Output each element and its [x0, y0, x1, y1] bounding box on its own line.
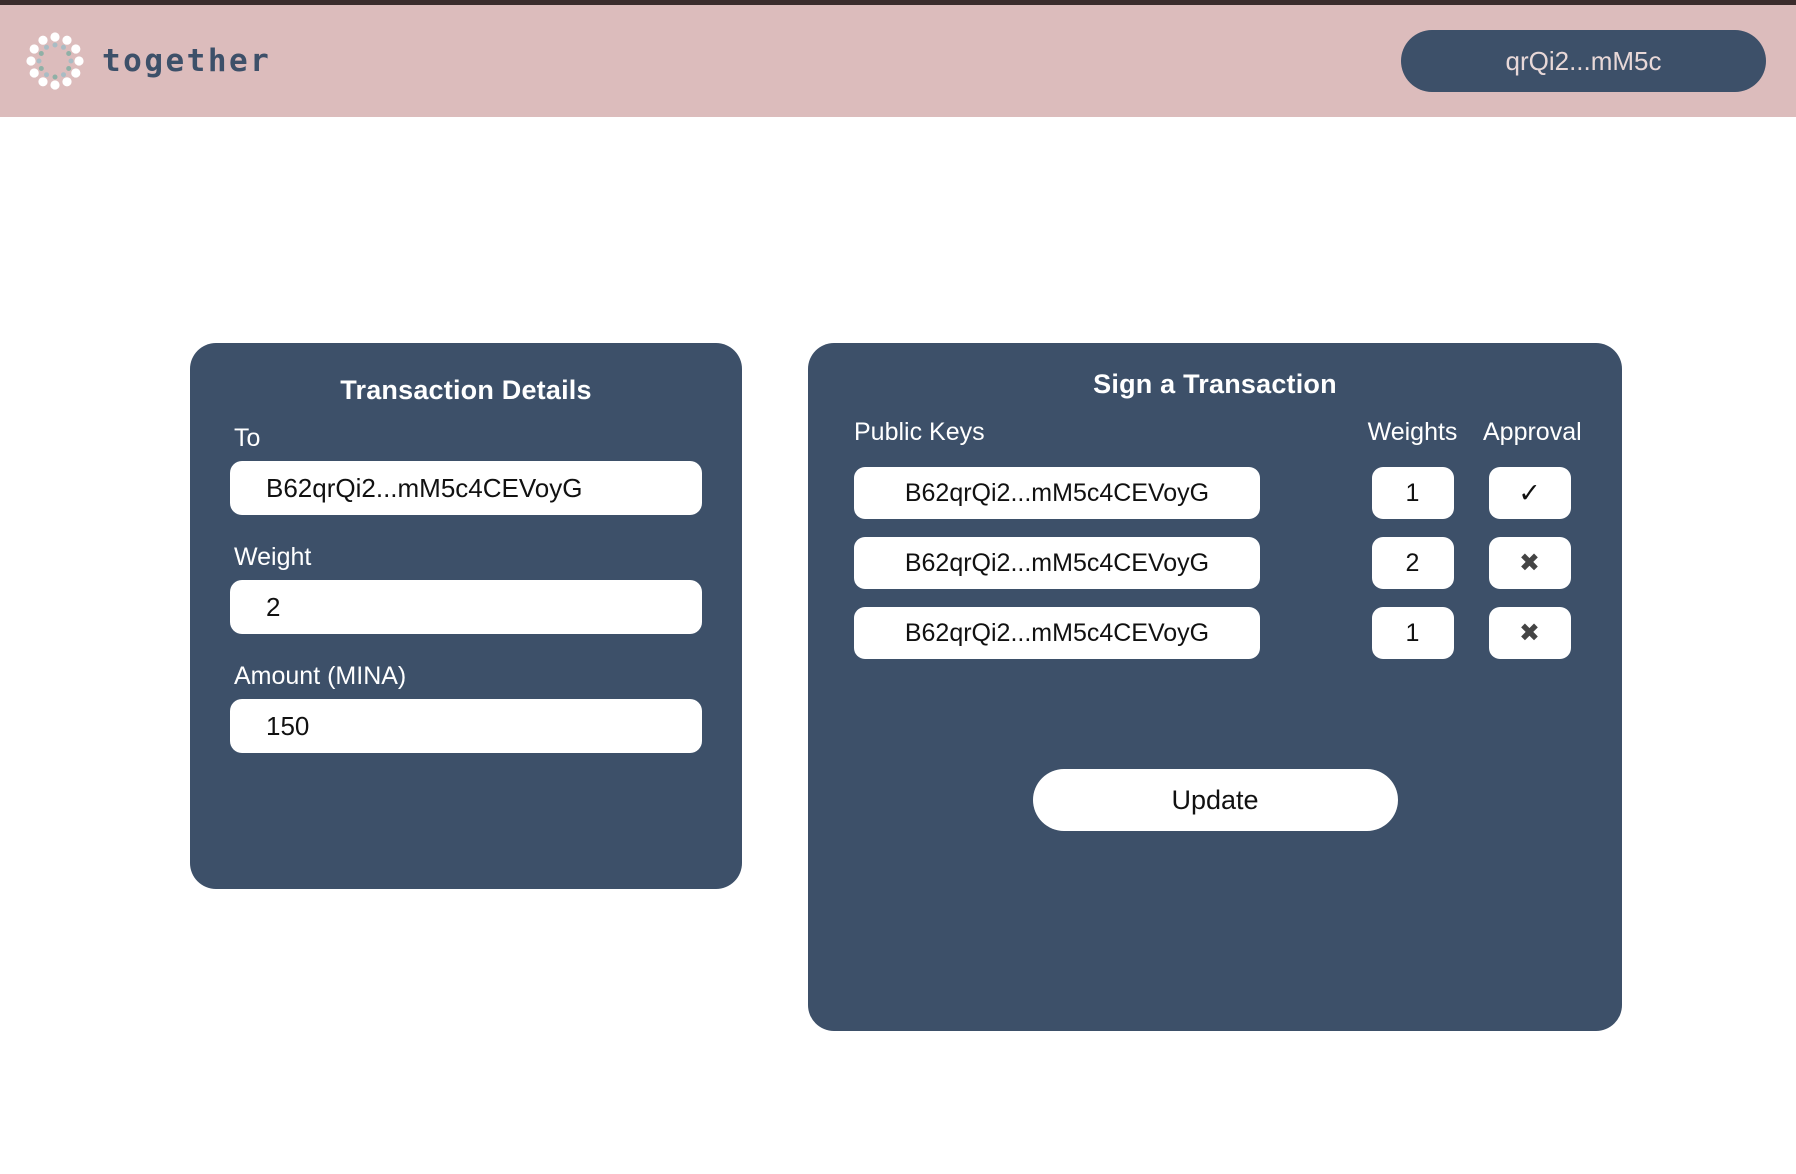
to-label: To [234, 424, 261, 452]
transaction-details-title: Transaction Details [340, 375, 592, 405]
page-body: Transaction Details To Weight Amount (MI… [0, 117, 1796, 1174]
sign-transaction-title: Sign a Transaction [1093, 369, 1337, 399]
weight-label: Weight [234, 543, 312, 571]
weight-input[interactable] [230, 580, 702, 634]
public-keys-column-header: Public Keys [854, 418, 985, 446]
update-button-row: Update [808, 769, 1622, 831]
signer-weight-input[interactable] [1371, 537, 1454, 589]
account-address-button[interactable]: qrQi2...mM5c [1401, 30, 1766, 92]
signer-weight-input[interactable] [1371, 467, 1454, 519]
signers-grid: Public Keys Weights Approval ✓ ✖ ✖ [854, 418, 1582, 659]
dot-ring-icon [22, 28, 88, 94]
approval-toggle-cross-icon[interactable]: ✖ [1488, 537, 1571, 589]
public-key-input[interactable] [854, 537, 1260, 589]
transaction-details-card: Transaction Details To Weight Amount (MI… [190, 343, 742, 889]
approval-toggle-check-icon[interactable]: ✓ [1488, 467, 1571, 519]
app-header: together qrQi2...mM5c [0, 5, 1796, 117]
public-key-input[interactable] [854, 467, 1260, 519]
public-key-input[interactable] [854, 607, 1260, 659]
approval-column-header: Approval [1483, 418, 1582, 446]
brand: together [22, 28, 271, 94]
signer-weight-input[interactable] [1371, 607, 1454, 659]
sign-transaction-card: Sign a Transaction Public Keys Weights A… [808, 343, 1622, 1031]
approval-toggle-cross-icon[interactable]: ✖ [1488, 607, 1571, 659]
to-input[interactable] [230, 461, 702, 515]
amount-label: Amount (MINA) [234, 662, 407, 690]
brand-name: together [102, 42, 272, 79]
amount-input[interactable] [230, 699, 702, 753]
update-button[interactable]: Update [1032, 769, 1398, 831]
weights-column-header: Weights [1367, 418, 1458, 446]
